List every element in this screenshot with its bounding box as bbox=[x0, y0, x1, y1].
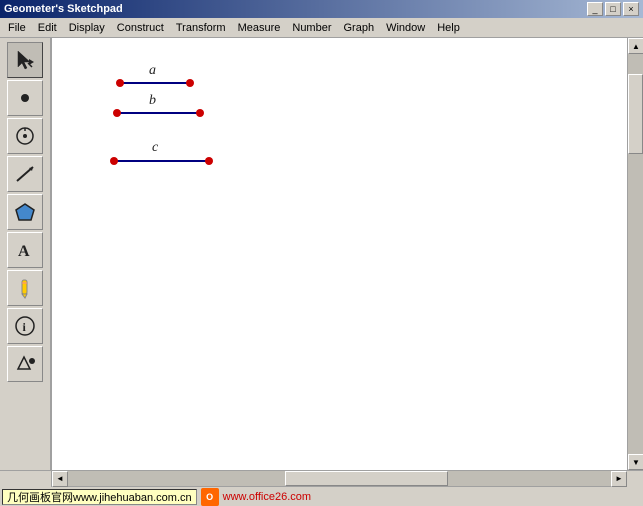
v-scroll-thumb[interactable] bbox=[628, 74, 643, 154]
office-badge: O www.office26.com bbox=[201, 488, 311, 506]
title-bar-buttons: _ □ × bbox=[587, 2, 639, 16]
line-icon bbox=[14, 163, 36, 185]
scroll-container: A i bbox=[0, 38, 643, 486]
h-scroll-left[interactable]: ◄ bbox=[52, 471, 68, 487]
menu-graph[interactable]: Graph bbox=[338, 18, 381, 37]
scroll-main: A i bbox=[0, 38, 643, 470]
canvas-area[interactable]: a b c bbox=[52, 38, 627, 470]
info-tool[interactable]: i bbox=[7, 308, 43, 344]
svg-text:A: A bbox=[18, 243, 30, 260]
status-text: 几何画板官网www.jihehuaban.com.cn bbox=[7, 489, 192, 505]
select-icon bbox=[14, 49, 36, 71]
menu-help[interactable]: Help bbox=[431, 18, 466, 37]
menu-edit[interactable]: Edit bbox=[32, 18, 63, 37]
svg-text:i: i bbox=[23, 320, 27, 334]
polygon-tool[interactable] bbox=[7, 194, 43, 230]
title-bar: Geometer's Sketchpad _ □ × bbox=[0, 0, 643, 18]
h-scroll-corner-left bbox=[0, 471, 52, 487]
h-scroll-track[interactable] bbox=[68, 471, 611, 486]
v-scrollbar: ▲ ▼ bbox=[627, 38, 643, 470]
h-scroll-right[interactable]: ► bbox=[611, 471, 627, 487]
h-scroll-corner-right bbox=[627, 471, 643, 487]
menu-transform[interactable]: Transform bbox=[170, 18, 232, 37]
marker-icon bbox=[14, 277, 36, 299]
custom-tool[interactable] bbox=[7, 346, 43, 382]
text-tool[interactable]: A bbox=[7, 232, 43, 268]
close-button[interactable]: × bbox=[623, 2, 639, 16]
status-bar: 几何画板官网www.jihehuaban.com.cn O www.office… bbox=[0, 486, 643, 506]
title-text: Geometer's Sketchpad bbox=[4, 3, 123, 15]
text-icon: A bbox=[14, 239, 36, 261]
minimize-button[interactable]: _ bbox=[587, 2, 603, 16]
h-scroll-thumb[interactable] bbox=[285, 471, 448, 486]
v-scroll-down[interactable]: ▼ bbox=[628, 454, 643, 470]
h-scrollbar: ◄ ► bbox=[0, 470, 643, 486]
segment-a-label: a bbox=[149, 63, 156, 78]
polygon-icon bbox=[14, 201, 36, 223]
info-icon: i bbox=[14, 315, 36, 337]
segment-b-point2[interactable] bbox=[196, 109, 204, 117]
compass-icon bbox=[14, 125, 36, 147]
menu-window[interactable]: Window bbox=[380, 18, 431, 37]
maximize-button[interactable]: □ bbox=[605, 2, 621, 16]
menu-construct[interactable]: Construct bbox=[111, 18, 170, 37]
segment-c-point1[interactable] bbox=[110, 157, 118, 165]
menu-file[interactable]: File bbox=[2, 18, 32, 37]
compass-tool[interactable] bbox=[7, 118, 43, 154]
segment-a-point1[interactable] bbox=[116, 79, 124, 87]
marker-tool[interactable] bbox=[7, 270, 43, 306]
point-tool[interactable] bbox=[7, 80, 43, 116]
menu-bar: File Edit Display Construct Transform Me… bbox=[0, 18, 643, 38]
segment-b-label: b bbox=[149, 93, 156, 108]
menu-display[interactable]: Display bbox=[63, 18, 111, 37]
menu-measure[interactable]: Measure bbox=[232, 18, 287, 37]
canvas-svg: a b c bbox=[52, 38, 627, 470]
office-text: www.office26.com bbox=[223, 491, 311, 503]
point-icon bbox=[14, 87, 36, 109]
office-icon: O bbox=[201, 488, 219, 506]
segment-c-label: c bbox=[152, 140, 159, 155]
line-tool[interactable] bbox=[7, 156, 43, 192]
v-scroll-track[interactable] bbox=[628, 54, 643, 454]
segment-b-point1[interactable] bbox=[113, 109, 121, 117]
menu-number[interactable]: Number bbox=[286, 18, 337, 37]
segment-a-point2[interactable] bbox=[186, 79, 194, 87]
select-tool[interactable] bbox=[7, 42, 43, 78]
toolbar: A i bbox=[0, 38, 52, 470]
segment-c-point2[interactable] bbox=[205, 157, 213, 165]
status-text-box: 几何画板官网www.jihehuaban.com.cn bbox=[2, 489, 197, 505]
custom-icon bbox=[14, 353, 36, 375]
v-scroll-up[interactable]: ▲ bbox=[628, 38, 643, 54]
